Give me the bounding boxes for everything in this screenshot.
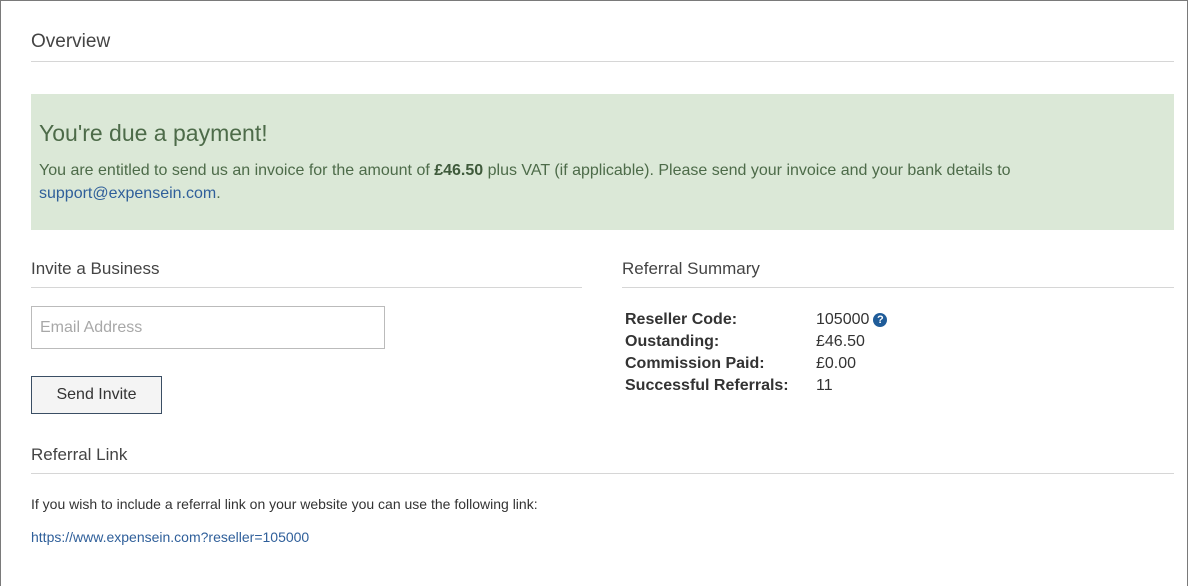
referral-summary-section: Referral Summary Reseller Code: 105000 ?… [622,259,1174,394]
summary-value: 11 [816,377,833,394]
overview-panel: Overview You're due a payment! You are e… [31,31,1174,545]
alert-text-end: . [216,185,221,202]
alert-amount: £46.50 [434,162,484,179]
summary-label: Oustanding: [625,333,720,350]
summary-label: Reseller Code: [625,311,738,328]
referral-link-description: If you wish to include a referral link o… [31,496,538,512]
reseller-code-value: 105000 [816,311,870,328]
invite-business-section: Invite a Business Send Invite [31,259,582,414]
page-frame: Overview You're due a payment! You are e… [0,0,1188,586]
payment-due-alert: You're due a payment! You are entitled t… [31,94,1174,230]
summary-row-reseller-code: Reseller Code: 105000 ? [625,309,888,331]
summary-row-outstanding: Oustanding: £46.50 [625,331,887,353]
alert-message: You are entitled to send us an invoice f… [39,159,1139,205]
referral-summary-table: Reseller Code: 105000 ? Oustanding: £46.… [625,309,888,397]
email-address-input[interactable] [31,306,385,349]
summary-value: £0.00 [816,355,857,372]
summary-label: Commission Paid: [625,355,765,372]
referral-summary-title: Referral Summary [622,259,1174,288]
referral-url-link[interactable]: https://www.expensein.com?reseller=10500… [31,529,309,545]
alert-title: You're due a payment! [39,120,268,146]
alert-text-before: You are entitled to send us an invoice f… [39,162,435,179]
send-invite-button[interactable]: Send Invite [31,376,162,414]
summary-label: Successful Referrals: [625,377,789,394]
summary-row-successful-referrals: Successful Referrals: 11 [625,375,887,397]
summary-value: 105000 ? [816,309,888,331]
alert-text-after: plus VAT (if applicable). Please send yo… [483,162,1011,179]
support-email-link[interactable]: support@expensein.com [39,185,216,202]
referral-link-title: Referral Link [31,445,1174,474]
referral-link-section: Referral Link If you wish to include a r… [31,445,1174,547]
invite-title: Invite a Business [31,259,582,288]
summary-row-commission-paid: Commission Paid: £0.00 [625,353,887,375]
question-circle-icon[interactable]: ? [873,313,888,327]
overview-title: Overview [31,31,1174,62]
summary-value: £46.50 [816,333,865,350]
